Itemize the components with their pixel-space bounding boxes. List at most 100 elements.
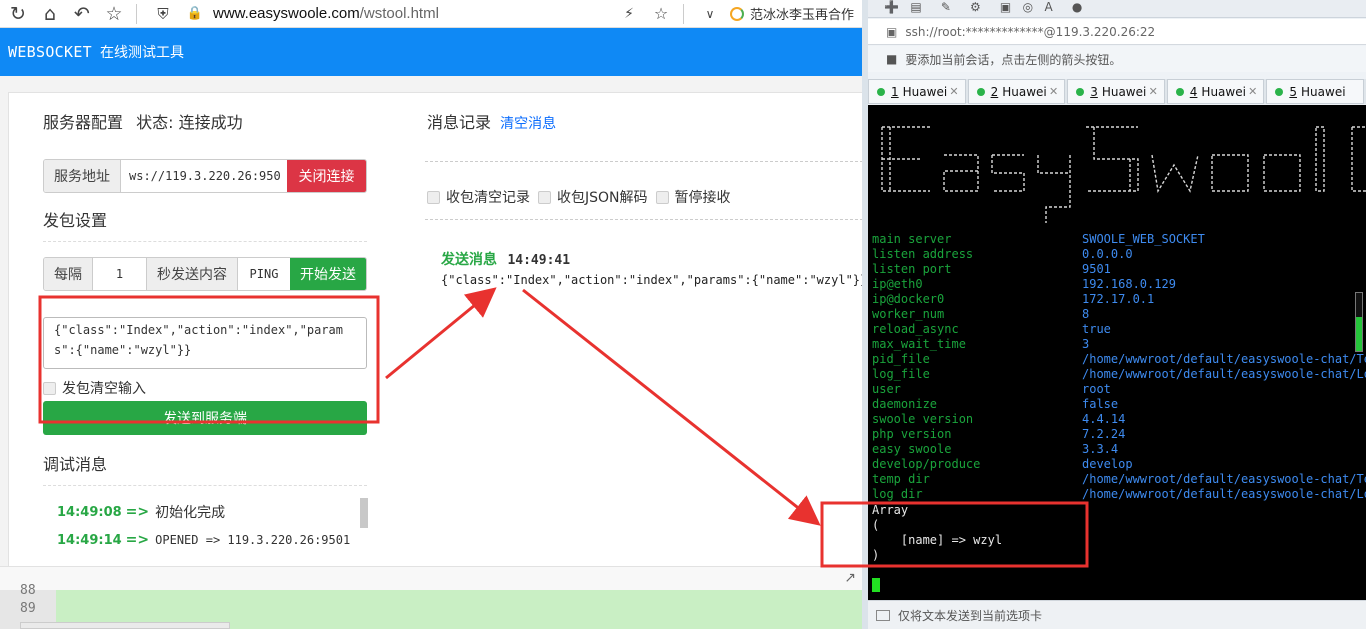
packet-divider [43,241,367,242]
packet-textarea[interactable]: {"class":"Index","action":"index","param… [43,317,367,369]
search-engine-icon[interactable] [729,6,744,21]
message-entry-label: 发送消息 [441,252,497,268]
interval-input[interactable]: 1 [93,258,147,290]
connected-dot-icon [877,87,885,96]
terminal-address[interactable]: ssh://root:*************@119.3.220.26:22 [905,25,1155,39]
close-icon[interactable]: ✕ [1049,85,1058,98]
server-info-row: swoole version 4.4.14 [872,412,1366,427]
server-info-row: reload_async true [872,322,1366,337]
reload-icon[interactable]: ↻ [4,2,32,26]
server-info-key: log_file [872,367,930,381]
tab-name: Huawei [1101,84,1147,99]
debug-time: 14:49:14 [57,532,122,548]
server-info-row: pid_file/home/wwwroot/default/easyswoole… [872,352,1366,367]
close-icon[interactable]: ✕ [949,85,958,98]
close-icon[interactable]: ✕ [1149,85,1158,98]
server-info-row: daemonize false [872,397,1366,412]
search-suggestion[interactable]: 范冰冰李玉再合作 [750,4,854,23]
terminal-tab[interactable]: 2 Huawei ✕ [967,79,1066,104]
terminal-scrollbar[interactable] [1355,292,1363,352]
terminal-toolbar: ➕ ▤ ✎ ⚙ ▣ ◎ A ● [868,0,1366,18]
options-divider [425,219,862,220]
terminal-send-bar[interactable]: 仅将文本发送到当前选项卡 [868,600,1366,629]
clear-input-label: 发包清空输入 [62,381,146,397]
server-info-key: php version [872,427,952,441]
server-info-list: main server SWOOLE_WEB_SOCKET listen addre… [872,232,1366,502]
rocket-icon[interactable]: ↗ [844,570,856,586]
option-pause-receive[interactable]: 暂停接收 [655,187,731,207]
terminal-scroll-thumb[interactable] [1356,317,1362,351]
close-connection-button[interactable]: 关闭连接 [287,160,366,192]
send-to-server-button[interactable]: 发送到服务端 [43,401,367,435]
status-value: 连接成功 [178,113,243,132]
server-info-key: user [872,382,901,396]
tab-name: Huawei [1201,84,1246,99]
server-info-row: temp dir/home/wwwroot/default/easyswoole… [872,472,1366,487]
terminal-tab[interactable]: 5 Huawei [1266,79,1364,104]
message-log-title: 消息记录 清空消息 [427,113,557,132]
insecure-lock-icon[interactable]: 🔒 [181,2,209,26]
checkbox[interactable] [427,190,440,204]
font-icon[interactable]: A [1045,0,1053,14]
lock-icon: ▣ [886,24,898,39]
server-address-input[interactable]: ws://119.3.220.26:950 [121,160,287,192]
checkbox[interactable] [655,190,669,204]
server-info-key: develop/produce [872,457,981,471]
connected-dot-icon [1175,87,1184,96]
server-info-key: pid_file [872,352,930,366]
undo-icon[interactable]: ↶ [68,2,96,26]
folder-icon[interactable]: ▤ [910,0,921,14]
tool-panel: 服务器配置 状态: 连接成功 服务地址 ws://119.3.220.26:95… [8,92,862,566]
checkbox[interactable] [538,190,551,204]
site-header: WEBSOCKET 在线测试工具 [0,28,862,76]
globe-icon[interactable]: ◎ [1023,0,1033,14]
tab-number: 1 [891,84,899,99]
record-icon[interactable]: ● [1072,0,1082,14]
address-separator-2 [682,3,684,24]
server-info-value: 3 [1082,337,1090,351]
terminal-screen[interactable]: main server SWOOLE_WEB_SOCKET listen addre… [868,105,1366,600]
keyboard-icon [876,609,890,621]
clear-input-checkbox[interactable] [43,381,56,395]
terminal-tab[interactable]: 1 Huawei ✕ [868,79,966,104]
terminal-tab[interactable]: 3 Huawei ✕ [1067,79,1165,104]
ping-input[interactable]: PING [238,258,290,290]
server-info-key: log dir [872,487,923,501]
code-editor-strip: 88 89 [0,583,862,629]
message-options: 收包清空记录 收包JSON解码 暂停接收 [427,187,739,207]
debug-text: OPENED => 119.3.220.26:9501 [155,533,351,547]
send-content-label: 秒发送内容 [147,258,238,290]
shield-icon[interactable]: ⛨ [149,2,177,26]
terminal-address-bar[interactable]: ▣ ssh://root:*************@119.3.220.26:… [868,19,1366,45]
chevron-down-icon[interactable]: ∨ [696,2,724,26]
option-clear-on-receive[interactable]: 收包清空记录 [427,187,530,207]
clear-messages-link[interactable]: 清空消息 [500,116,556,132]
favorite-star-icon[interactable]: ☆ [647,2,675,26]
start-send-button[interactable]: 开始发送 [290,258,366,290]
debug-divider [43,485,367,486]
server-info-row: ip@docker0 172.17.0.1 [872,292,1366,307]
server-info-key: worker_num [872,307,945,321]
terminal-tab[interactable]: 4 Huawei ✕ [1166,79,1265,104]
url-field[interactable]: www.easyswoole.com/wstool.html [213,5,439,22]
line-number: 88 [20,583,36,598]
connected-dot-icon [976,87,985,96]
home-icon[interactable]: ⌂ [36,2,64,26]
terminal-hint-text: 要添加当前会话，点击左侧的箭头按钮。 [905,52,1122,67]
edit-icon[interactable]: ✎ [941,0,951,14]
close-icon[interactable]: ✕ [1248,85,1257,98]
message-entry-head: 发送消息 14:49:41 [441,249,862,269]
bookmark-star-icon[interactable]: ☆ [100,2,128,26]
settings-icon[interactable]: ⚙ [970,0,981,14]
flash-icon[interactable]: ⚡ [615,2,643,26]
clear-input-option[interactable]: 发包清空输入 [43,378,146,398]
debug-scrollbar[interactable] [360,498,368,528]
new-session-icon[interactable]: ➕ [884,0,899,14]
browser-address-bar: ↻ ⌂ ↶ ☆ ⛨ 🔒 www.easyswoole.com/wstool.ht… [0,0,862,28]
window-icon[interactable]: ▣ [1000,0,1011,14]
horizontal-scrollbar[interactable] [20,622,230,629]
option-json-decode[interactable]: 收包JSON解码 [538,187,648,207]
terminal-hint: ■ 要添加当前会话，点击左侧的箭头按钮。 [868,46,1366,72]
option-label: 收包清空记录 [446,190,530,206]
server-info-row: log_file/home/wwwroot/default/easyswoole… [872,367,1366,382]
